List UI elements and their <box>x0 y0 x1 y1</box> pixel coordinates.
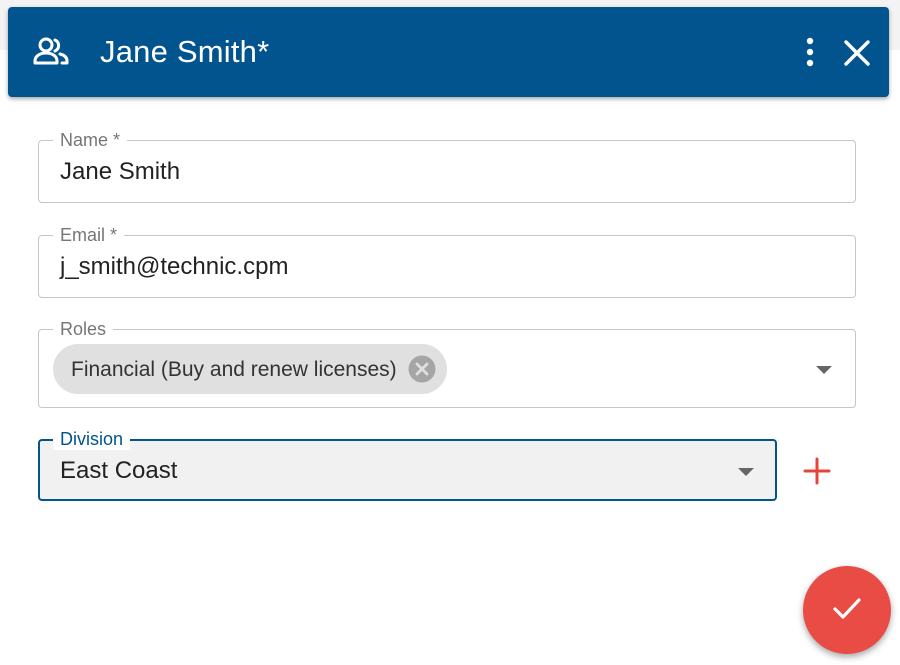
division-label: Division <box>53 428 131 450</box>
check-icon <box>833 598 861 619</box>
plus-icon[interactable] <box>802 456 832 486</box>
name-label: Name * <box>53 129 128 151</box>
roles-label: Roles <box>53 318 114 340</box>
more-vertical-icon[interactable] <box>796 37 824 67</box>
chevron-down-icon[interactable] <box>738 468 754 476</box>
close-icon[interactable] <box>840 37 874 69</box>
roles-select[interactable]: Roles Financial (Buy and renew licenses) <box>38 318 856 408</box>
chevron-down-icon[interactable] <box>816 366 832 374</box>
email-value[interactable]: j_smith@technic.cpm <box>60 252 288 282</box>
email-label: Email * <box>53 224 125 246</box>
dialog-header: Jane Smith* <box>8 7 889 97</box>
role-chip-label: Financial (Buy and renew licenses) <box>71 358 397 381</box>
close-circle-icon[interactable] <box>408 355 436 383</box>
name-field[interactable]: Name * Jane Smith <box>38 129 856 203</box>
users-icon <box>33 37 69 67</box>
dialog-title: Jane Smith* <box>100 34 270 69</box>
name-value[interactable]: Jane Smith <box>60 157 180 187</box>
email-field[interactable]: Email * j_smith@technic.cpm <box>38 224 856 298</box>
division-value: East Coast <box>60 457 178 484</box>
role-chip: Financial (Buy and renew licenses) <box>53 344 447 394</box>
save-fab-button[interactable] <box>803 566 891 654</box>
division-select[interactable]: Division East Coast <box>38 428 777 501</box>
